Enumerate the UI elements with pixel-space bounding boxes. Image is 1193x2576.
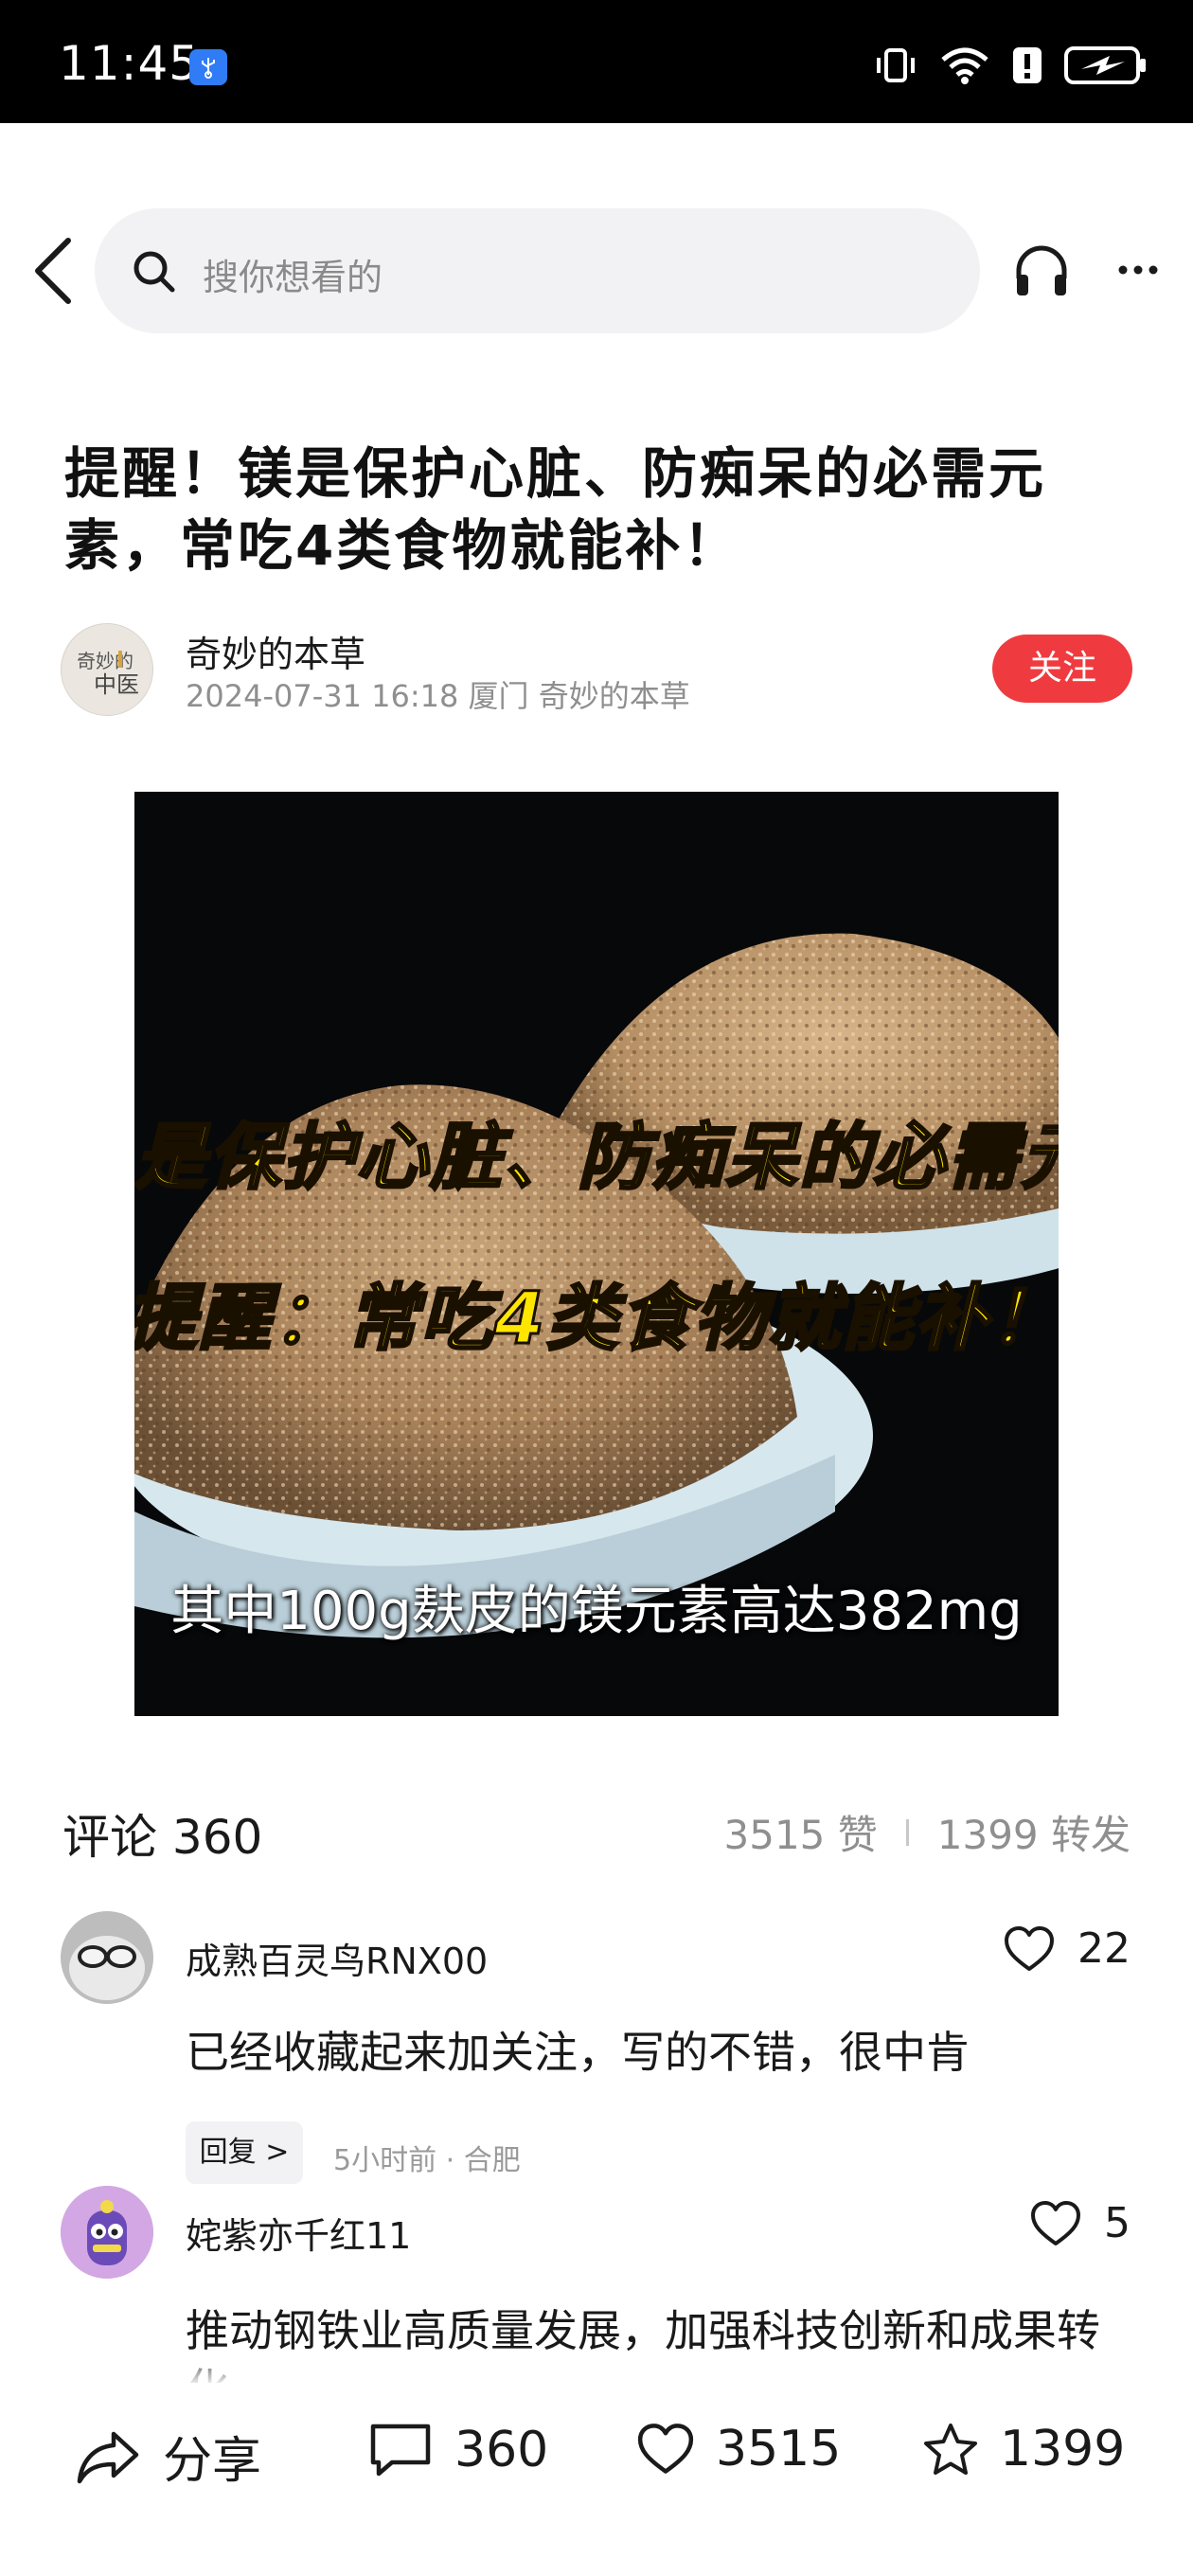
battery-icon xyxy=(1064,46,1146,84)
svg-text:中医: 中医 xyxy=(94,671,139,698)
vibrate-icon xyxy=(877,48,915,82)
back-icon xyxy=(35,238,71,304)
heart-icon xyxy=(637,2424,694,2474)
image-headline-1: 是保护心脏、防痴呆的必需元 xyxy=(134,1114,1059,1201)
search-input[interactable]: 搜你想看的 xyxy=(95,208,980,333)
content-fade xyxy=(0,2349,1193,2387)
share-label: 分享 xyxy=(163,2433,262,2490)
like-count: 3515 xyxy=(716,2421,842,2478)
status-bar: 11:45 xyxy=(0,0,1193,123)
commenter-avatar[interactable] xyxy=(61,2186,153,2279)
favorite-button[interactable]: 1399 xyxy=(922,2421,1125,2478)
comment-meta: 5小时前 · 合肥 xyxy=(333,2144,521,2177)
image-headline-2: 提醒：常吃4类食物就能补！ xyxy=(134,1275,1059,1362)
cartoon-avatar-icon xyxy=(61,2186,153,2279)
comments-title: 评论 360 xyxy=(62,1810,263,1865)
comment-button[interactable]: 360 xyxy=(367,2421,548,2479)
commenter-avatar[interactable] xyxy=(61,1911,153,2004)
stats-divider xyxy=(905,1818,909,1846)
comment-like-button[interactable]: 5 xyxy=(1030,2199,1131,2247)
image-caption: 其中100g麸皮的镁元素高达382mg xyxy=(170,1581,1023,1642)
author-avatar[interactable]: 奇妙的 中医 xyxy=(61,623,153,716)
avatar-logo: 奇妙的 中医 xyxy=(62,624,152,715)
status-icons xyxy=(873,42,1148,89)
star-icon xyxy=(924,2424,977,2475)
svg-text:奇妙的: 奇妙的 xyxy=(77,650,134,672)
alert-icon xyxy=(1013,47,1042,83)
comment-text: 已经收藏起来加关注，写的不错，很中肯 xyxy=(186,2027,970,2078)
comment-count: 360 xyxy=(454,2422,549,2478)
comment-icon xyxy=(370,2424,431,2477)
comment-like-count: 5 xyxy=(1104,2199,1131,2247)
reposts-stat[interactable]: 1399 转发 xyxy=(937,1803,1131,1861)
back-button[interactable] xyxy=(27,235,80,307)
article-image[interactable]: 是保护心脏、防痴呆的必需元 提醒：常吃4类食物就能补！ 其中100g麸皮的镁元素… xyxy=(134,792,1059,1716)
share-button[interactable]: 分享 xyxy=(76,2421,261,2492)
likes-stat[interactable]: 3515 赞 xyxy=(724,1803,878,1861)
status-time: 11:45 xyxy=(59,36,201,91)
share-icon xyxy=(77,2431,139,2483)
bottom-action-bar: 分享 360 3515 1399 xyxy=(0,2383,1193,2576)
comment-like-button[interactable]: 22 xyxy=(1004,1924,1131,1973)
more-button[interactable] xyxy=(1117,256,1159,284)
author-name[interactable]: 奇妙的本草 xyxy=(186,625,365,677)
favorite-count: 1399 xyxy=(1000,2421,1126,2478)
glasses-avatar-icon xyxy=(61,1911,153,2004)
like-button[interactable]: 3515 xyxy=(636,2421,841,2478)
commenter-name[interactable]: 姹紫亦千红11 xyxy=(186,2207,411,2259)
commenter-name[interactable]: 成熟百灵鸟RNX00 xyxy=(186,1932,488,1984)
heart-icon xyxy=(1031,2200,1080,2245)
wifi-icon xyxy=(941,47,988,84)
headphones-icon xyxy=(1016,245,1067,295)
reply-button[interactable]: 回复 > xyxy=(186,2121,303,2184)
follow-button[interactable]: 关注 xyxy=(992,635,1132,703)
search-icon xyxy=(134,251,175,293)
usb-icon xyxy=(189,49,227,85)
author-meta: 2024-07-31 16:18 厦门 奇妙的本草 xyxy=(186,678,690,714)
comment-like-count: 22 xyxy=(1077,1924,1131,1973)
search-placeholder: 搜你想看的 xyxy=(203,257,383,298)
more-icon xyxy=(1118,265,1158,275)
article-title: 提醒！镁是保护心脏、防痴呆的必需元素，常吃4类食物就能补！ xyxy=(64,441,1047,578)
headphones-button[interactable] xyxy=(1011,241,1072,301)
heart-icon xyxy=(1005,1925,1054,1971)
stats: 3515 赞 1399 转发 xyxy=(724,1803,1131,1861)
